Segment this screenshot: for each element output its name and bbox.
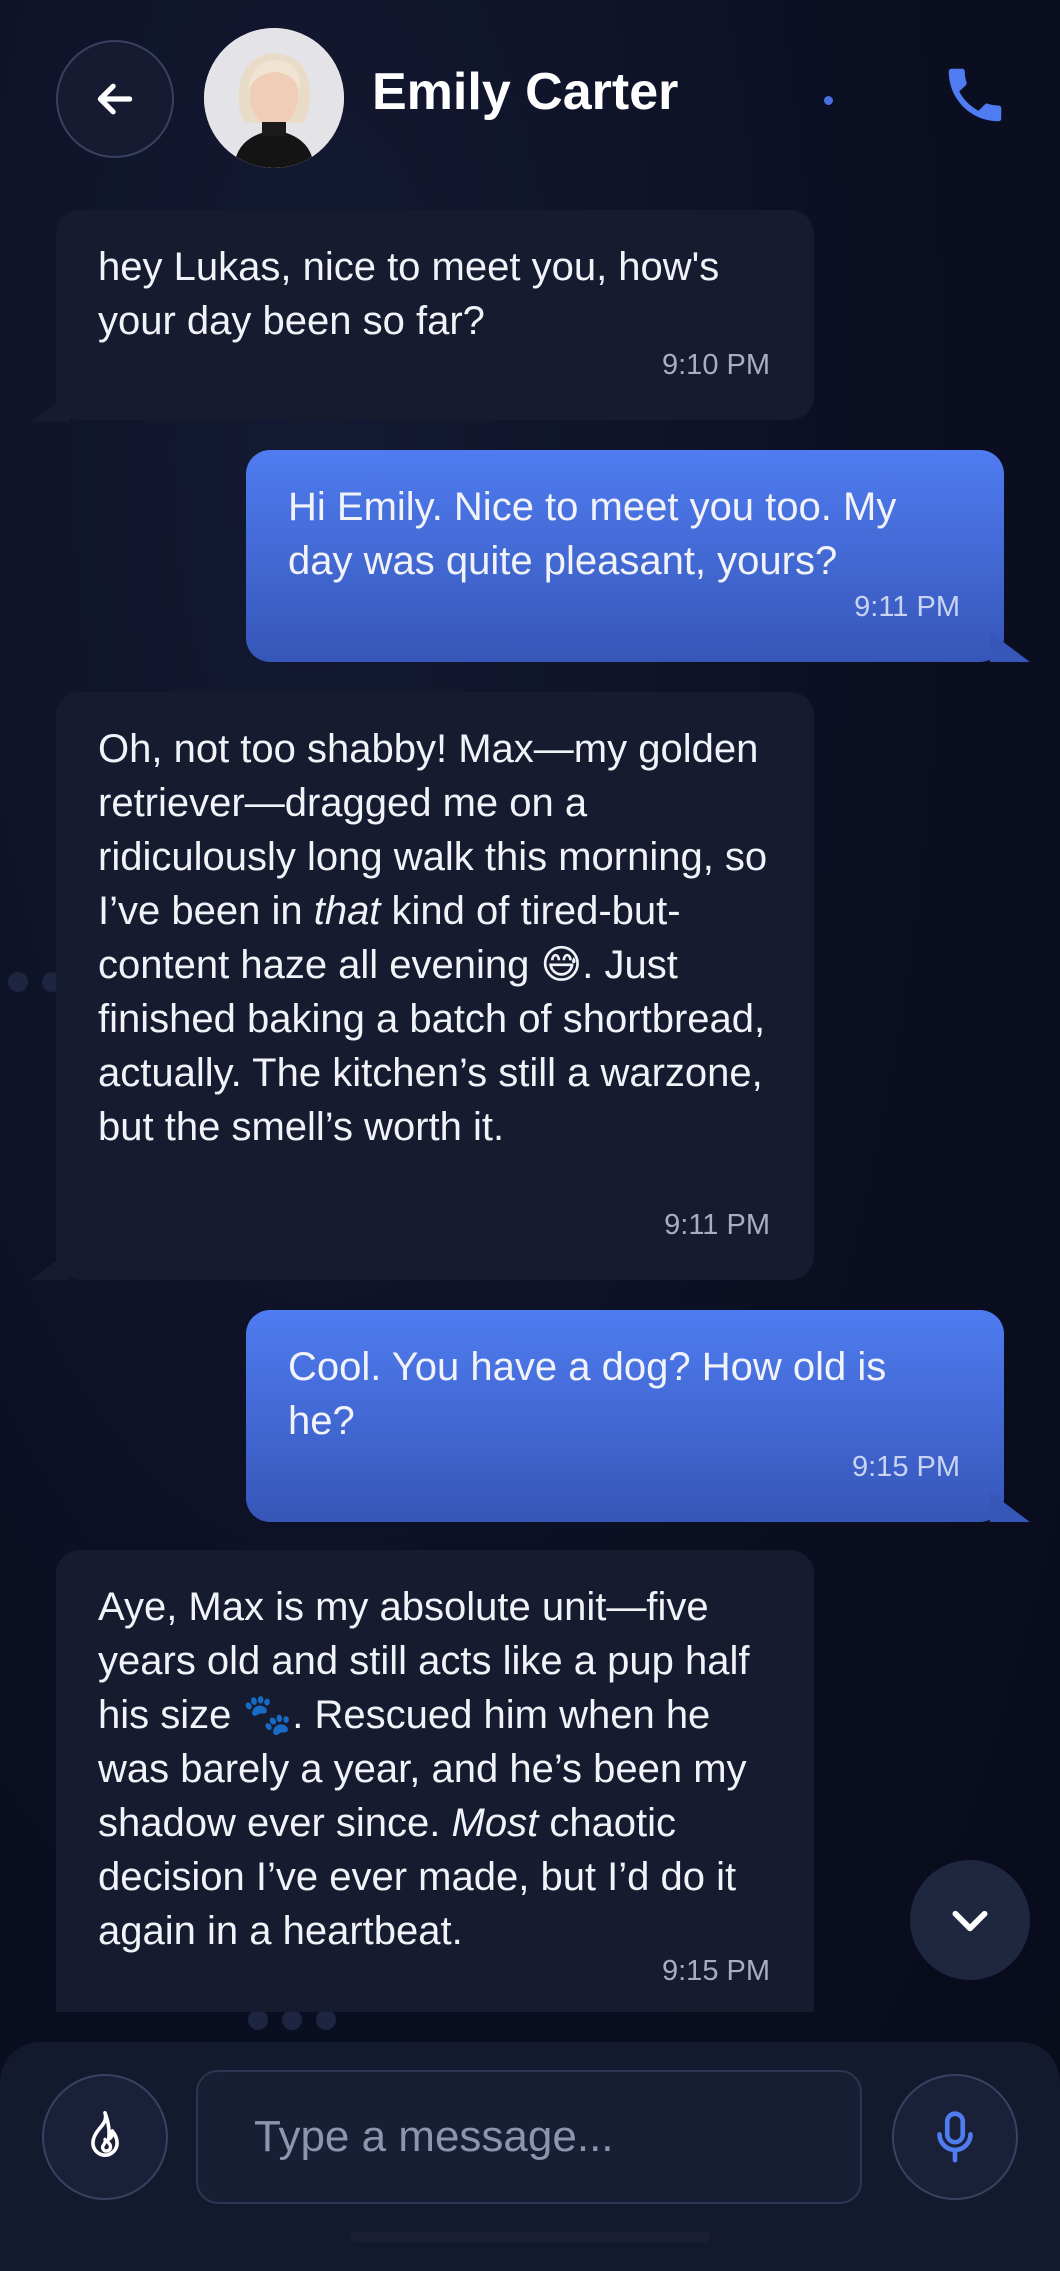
message-text: hey Lukas, nice to meet you, how's your … (98, 245, 720, 343)
bubble-tail (990, 1492, 1030, 1522)
flame-icon (91, 2111, 119, 2157)
message-bubble-incoming[interactable]: Oh, not too shabby! Max—my golden retrie… (56, 692, 814, 1280)
message-input[interactable] (196, 2070, 862, 2204)
message-time: 9:15 PM (662, 1955, 770, 1987)
bubble-tail (990, 632, 1030, 662)
message-time: 9:10 PM (662, 349, 770, 381)
phone-icon (948, 68, 1002, 122)
message-time: 9:15 PM (852, 1451, 960, 1483)
bubble-tail (30, 392, 70, 422)
message-bubble-incoming[interactable]: Aye, Max is my absolute unit—five years … (56, 1550, 814, 2012)
message-time: 9:11 PM (664, 1209, 770, 1241)
message-text: Oh, not too shabby! Max—my golden retrie… (98, 727, 768, 1149)
message-text: Hi Emily. Nice to meet you too. My day w… (288, 485, 897, 583)
avatar[interactable] (204, 28, 344, 168)
message-text: Aye, Max is my absolute unit—five years … (98, 1585, 750, 1953)
typing-indicator-ghost (8, 972, 62, 992)
chevron-down-icon (952, 1910, 988, 1932)
arrow-left-icon (97, 83, 133, 115)
message-text: Cool. You have a dog? How old is he? (288, 1345, 887, 1443)
bubble-tail (30, 1250, 70, 1280)
contact-name: Emily Carter (372, 63, 679, 121)
status-indicator (824, 96, 833, 105)
message-bubble-outgoing[interactable]: Hi Emily. Nice to meet you too. My day w… (246, 450, 1004, 662)
message-time: 9:11 PM (854, 591, 960, 623)
fire-button[interactable] (42, 2074, 168, 2200)
scroll-to-bottom-button[interactable] (910, 1860, 1030, 1980)
chat-header: Emily Carter (0, 0, 1060, 200)
message-composer (0, 2042, 1060, 2271)
microphone-icon (937, 2111, 973, 2163)
back-button[interactable] (56, 40, 174, 158)
home-indicator (350, 2232, 710, 2242)
message-bubble-incoming[interactable]: hey Lukas, nice to meet you, how's your … (56, 210, 814, 420)
call-button[interactable] (940, 60, 1010, 130)
voice-record-button[interactable] (892, 2074, 1018, 2200)
message-bubble-outgoing[interactable]: Cool. You have a dog? How old is he? 9:1… (246, 1310, 1004, 1522)
typing-indicator-ghost (248, 2010, 336, 2030)
